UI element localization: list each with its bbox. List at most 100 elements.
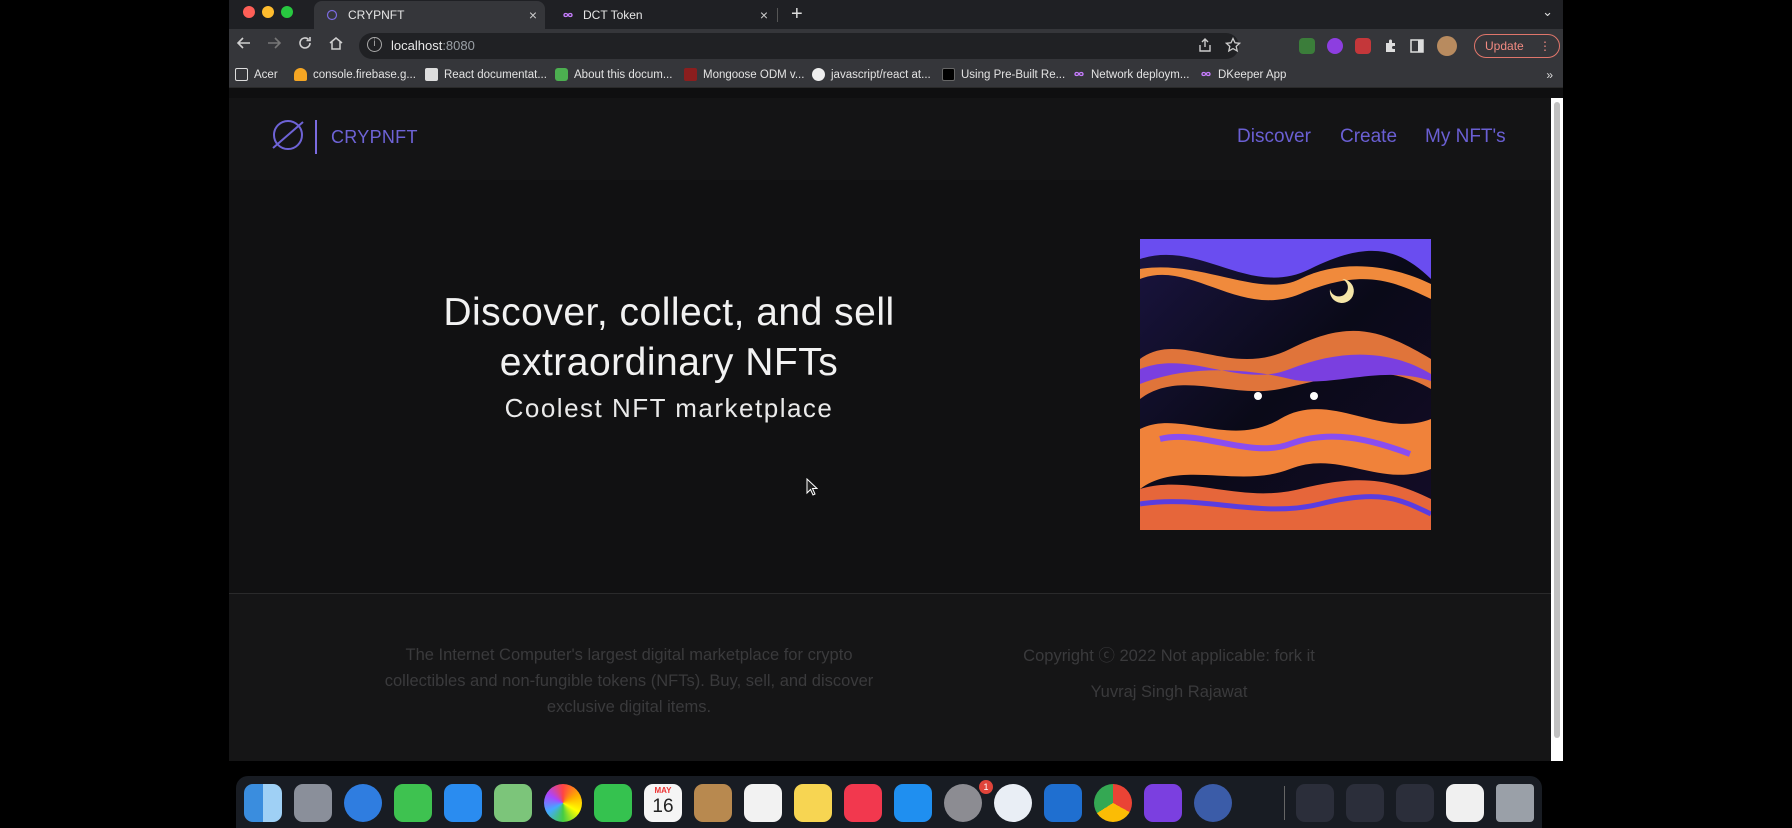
app-store-icon[interactable] — [894, 784, 932, 822]
minimized-window-thumbnail[interactable] — [1296, 784, 1334, 822]
forward-arrow-icon[interactable] — [266, 35, 282, 56]
bookmark-about-doc[interactable]: About this docum... — [555, 68, 672, 81]
notification-badge: 1 — [979, 780, 993, 794]
nav-discover[interactable]: Discover — [1237, 126, 1311, 148]
tab-dct-token[interactable]: DCT Token × — [549, 1, 776, 29]
browser-toolbar: i localhost:8080 Update ⋮ — [229, 29, 1563, 63]
hero-title: Discover, collect, and sell extraordinar… — [443, 291, 895, 384]
site-info-icon[interactable]: i — [367, 37, 382, 52]
bookmark-github-react[interactable]: javascript/react at... — [812, 68, 931, 81]
photos-icon[interactable] — [544, 784, 582, 822]
safari-icon[interactable] — [344, 784, 382, 822]
infinity-icon — [1199, 68, 1212, 81]
footer-description: The Internet Computer's largest digital … — [384, 646, 874, 716]
crypnft-favicon-icon — [326, 9, 338, 21]
bookmark-mongoose[interactable]: Mongoose ODM v... — [684, 68, 804, 81]
tab-bar: CRYPNFT × DCT Token × + ⌄ — [229, 0, 1563, 29]
page-icon — [942, 68, 955, 81]
tree-extension-icon[interactable] — [1299, 38, 1315, 54]
nav-create[interactable]: Create — [1340, 126, 1397, 148]
reload-icon[interactable] — [297, 35, 313, 56]
menu-dots-icon[interactable]: ⋮ — [1539, 35, 1551, 57]
minimized-window-thumbnail[interactable] — [1446, 784, 1484, 822]
footer-author: Yuvraj Singh Rajawat — [1090, 683, 1248, 701]
footer-copyright: Copyright ⓒ 2022 Not applicable: fork it — [1023, 647, 1315, 665]
maps-icon[interactable] — [494, 784, 532, 822]
minimize-window-button[interactable] — [262, 6, 274, 18]
facetime-icon[interactable] — [594, 784, 632, 822]
home-icon[interactable] — [328, 35, 344, 56]
close-window-button[interactable] — [243, 6, 255, 18]
web-page: CRYPNFT Discover Create My NFT's Discove… — [229, 98, 1551, 761]
bookmark-pre-built[interactable]: Using Pre-Built Re... — [942, 68, 1065, 81]
new-tab-button[interactable]: + — [791, 3, 803, 26]
url-text: localhost:8080 — [391, 38, 475, 53]
dock-separator — [1284, 786, 1285, 820]
maximize-window-button[interactable] — [281, 6, 293, 18]
planet-logo-icon[interactable] — [269, 116, 307, 154]
folder-icon — [235, 68, 248, 81]
system-preferences-icon[interactable] — [944, 784, 982, 822]
chrome-icon[interactable] — [1094, 784, 1132, 822]
bookmark-firebase[interactable]: console.firebase.g... — [294, 68, 416, 81]
bookmarks-bar: Acer console.firebase.g... React documen… — [229, 63, 1563, 88]
logo-divider — [315, 120, 317, 154]
messages-icon[interactable] — [394, 784, 432, 822]
node-icon — [555, 68, 568, 81]
firebase-icon — [294, 68, 307, 81]
scrollbar-thumb[interactable] — [1554, 102, 1560, 738]
puzzle-extensions-icon[interactable] — [1383, 38, 1399, 54]
infinity-icon — [1072, 68, 1085, 81]
tab-search-chevron-icon[interactable]: ⌄ — [1542, 4, 1553, 20]
browser-window: CRYPNFT × DCT Token × + ⌄ i localhost:80… — [229, 0, 1563, 761]
trash-icon[interactable] — [1496, 784, 1534, 822]
red-extension-icon[interactable] — [1355, 38, 1371, 54]
hero-subtitle: Coolest NFT marketplace — [504, 393, 834, 423]
notes-icon[interactable] — [794, 784, 832, 822]
contacts-icon[interactable] — [694, 784, 732, 822]
mouse-cursor-icon — [806, 478, 818, 496]
side-panel-icon[interactable] — [1409, 38, 1425, 54]
bookmark-folder-acer[interactable]: Acer — [235, 68, 278, 81]
github-icon — [812, 68, 825, 81]
site-footer: The Internet Computer's largest digital … — [229, 593, 1551, 761]
infinity-favicon-icon — [561, 9, 573, 21]
bookmark-star-icon[interactable] — [1224, 36, 1242, 56]
site-header: CRYPNFT Discover Create My NFT's — [229, 98, 1551, 180]
profile-avatar[interactable] — [1437, 36, 1457, 56]
vscode-icon[interactable] — [1044, 784, 1082, 822]
finder-icon[interactable] — [244, 784, 282, 822]
music-icon[interactable] — [844, 784, 882, 822]
hero-nft-artwork — [1140, 239, 1431, 530]
back-arrow-icon[interactable] — [236, 35, 252, 56]
logo-text[interactable]: CRYPNFT — [331, 127, 418, 148]
more-bookmarks-chevron-icon[interactable]: » — [1546, 68, 1553, 82]
screen: CRYPNFT × DCT Token × + ⌄ i localhost:80… — [0, 0, 1792, 828]
share-icon[interactable] — [1198, 37, 1212, 56]
macos-dock: MAY 16 1 — [236, 776, 1542, 828]
launchpad-icon[interactable] — [294, 784, 332, 822]
mail-icon[interactable] — [444, 784, 482, 822]
tab-close-icon[interactable]: × — [760, 7, 768, 23]
tab-close-icon[interactable]: × — [529, 7, 537, 23]
nav-my-nfts[interactable]: My NFT's — [1425, 126, 1506, 148]
reminders-icon[interactable] — [744, 784, 782, 822]
bookmark-network-deployment[interactable]: Network deploym... — [1072, 68, 1189, 81]
tab-separator — [777, 8, 778, 22]
tab-crypnft[interactable]: CRYPNFT × — [314, 1, 545, 29]
tab-title: CRYPNFT — [348, 8, 405, 22]
document-icon — [425, 68, 438, 81]
github-desktop-icon[interactable] — [1144, 784, 1182, 822]
minimized-window-thumbnail[interactable] — [1396, 784, 1434, 822]
tab-title: DCT Token — [583, 8, 643, 22]
mongoose-icon — [684, 68, 697, 81]
quicktime-icon[interactable] — [1194, 784, 1232, 822]
calendar-icon[interactable]: MAY 16 — [644, 784, 682, 822]
bookmark-dkeeper[interactable]: DKeeper App — [1199, 68, 1286, 81]
update-button[interactable]: Update ⋮ — [1474, 34, 1560, 58]
bookmark-react-docs[interactable]: React documentat... — [425, 68, 547, 81]
purple-extension-icon[interactable] — [1327, 38, 1343, 54]
address-bar[interactable]: i localhost:8080 — [359, 33, 1242, 59]
minimized-window-thumbnail[interactable] — [1346, 784, 1384, 822]
preview-icon[interactable] — [994, 784, 1032, 822]
